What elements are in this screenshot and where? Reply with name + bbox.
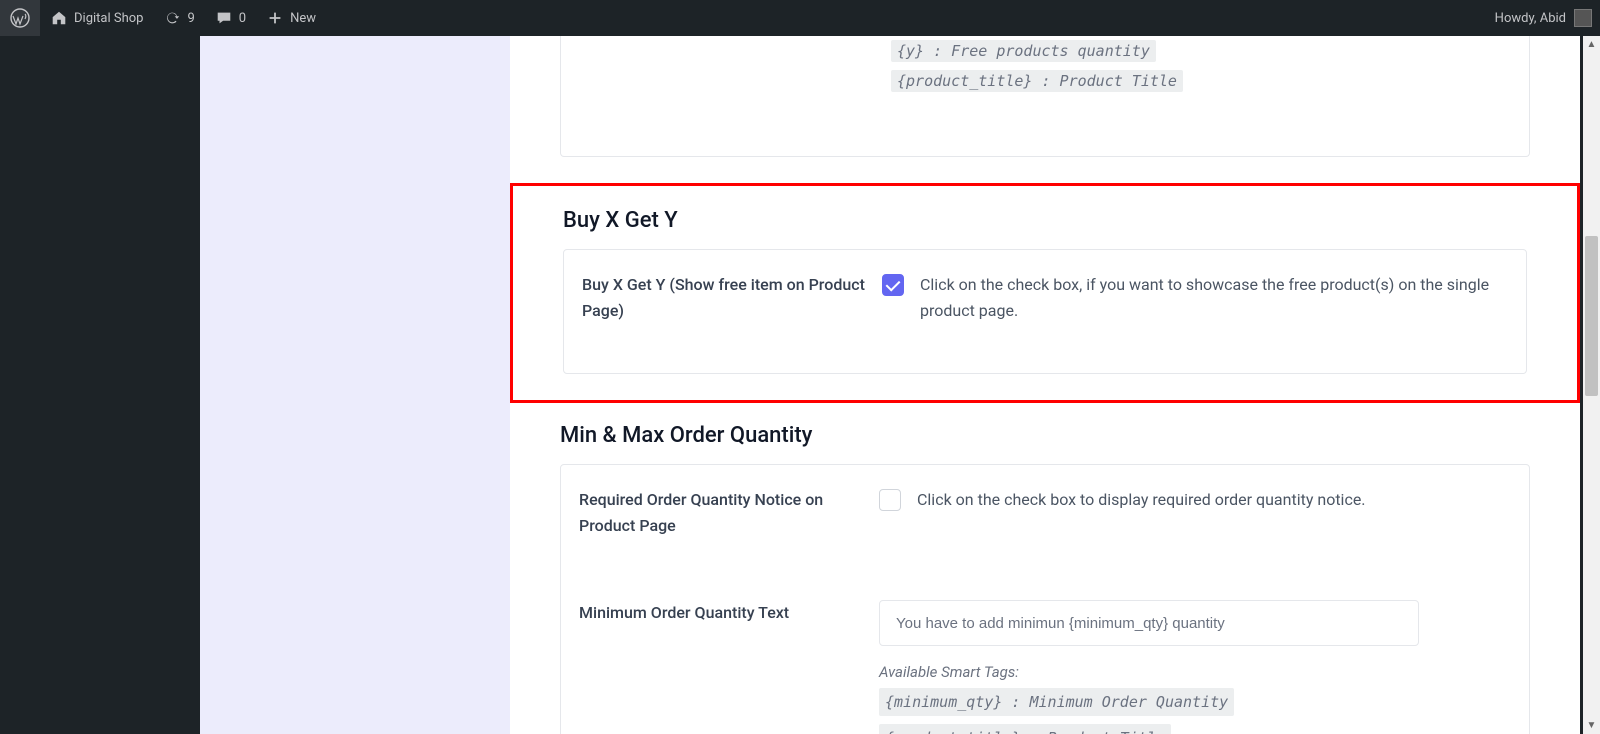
avatar (1574, 9, 1592, 27)
comment-icon (215, 9, 233, 27)
main-content: {y} : Free products quantity {product_ti… (510, 36, 1580, 734)
scrollbar[interactable]: ▲ ▼ (1583, 36, 1600, 734)
req-qty-help: Click on the check box to display requir… (917, 487, 1366, 513)
howdy-text: Howdy, Abid (1495, 11, 1566, 26)
buyxgety-checkbox[interactable] (882, 274, 904, 296)
min-text-input[interactable] (879, 600, 1419, 646)
smart-tag-product-title-2: {product_title} : Product Title (879, 724, 1171, 734)
scroll-down-icon[interactable]: ▼ (1583, 717, 1600, 734)
updates-count: 9 (187, 11, 194, 26)
rotate-icon (163, 9, 181, 27)
minmax-panel: Required Order Quantity Notice on Produc… (560, 464, 1530, 734)
scroll-up-icon[interactable]: ▲ (1583, 36, 1600, 53)
settings-sidebar (200, 36, 510, 734)
buyxgety-highlight: Buy X Get Y Buy X Get Y (Show free item … (510, 183, 1580, 403)
req-qty-label: Required Order Quantity Notice on Produc… (579, 487, 879, 538)
site-title: Digital Shop (74, 11, 143, 26)
new-content[interactable]: New (256, 0, 326, 36)
wp-logo[interactable] (0, 0, 40, 36)
buyxgety-section-title: Buy X Get Y (563, 208, 1527, 233)
updates[interactable]: 9 (153, 0, 204, 36)
smart-tag-min-qty: {minimum_qty} : Minimum Order Quantity (879, 688, 1234, 716)
min-text-label: Minimum Order Quantity Text (579, 600, 879, 734)
smart-tag-product-title: {product_title} : Product Title (891, 70, 1183, 92)
new-label: New (290, 11, 316, 26)
req-qty-checkbox[interactable] (879, 489, 901, 511)
admin-menu (0, 36, 180, 734)
minmax-section-title: Min & Max Order Quantity (560, 423, 1530, 448)
comments-count: 0 (239, 11, 246, 26)
wordpress-icon (10, 8, 30, 28)
buyxgety-field-label: Buy X Get Y (Show free item on Product P… (582, 272, 882, 323)
buyxgety-help: Click on the check box, if you want to s… (920, 272, 1508, 323)
scrollbar-thumb[interactable] (1585, 236, 1598, 396)
site-home[interactable]: Digital Shop (40, 0, 153, 36)
home-icon (50, 9, 68, 27)
plus-icon (266, 9, 284, 27)
comments[interactable]: 0 (205, 0, 256, 36)
admin-bar: Digital Shop 9 0 New Howdy, Abid (0, 0, 1600, 36)
available-tags-label: Available Smart Tags: (879, 660, 1511, 684)
smart-tags-panel-partial: {y} : Free products quantity {product_ti… (560, 36, 1530, 157)
account-menu[interactable]: Howdy, Abid (1495, 9, 1600, 27)
smart-tag-y: {y} : Free products quantity (891, 40, 1156, 62)
buyxgety-panel: Buy X Get Y (Show free item on Product P… (563, 249, 1527, 374)
